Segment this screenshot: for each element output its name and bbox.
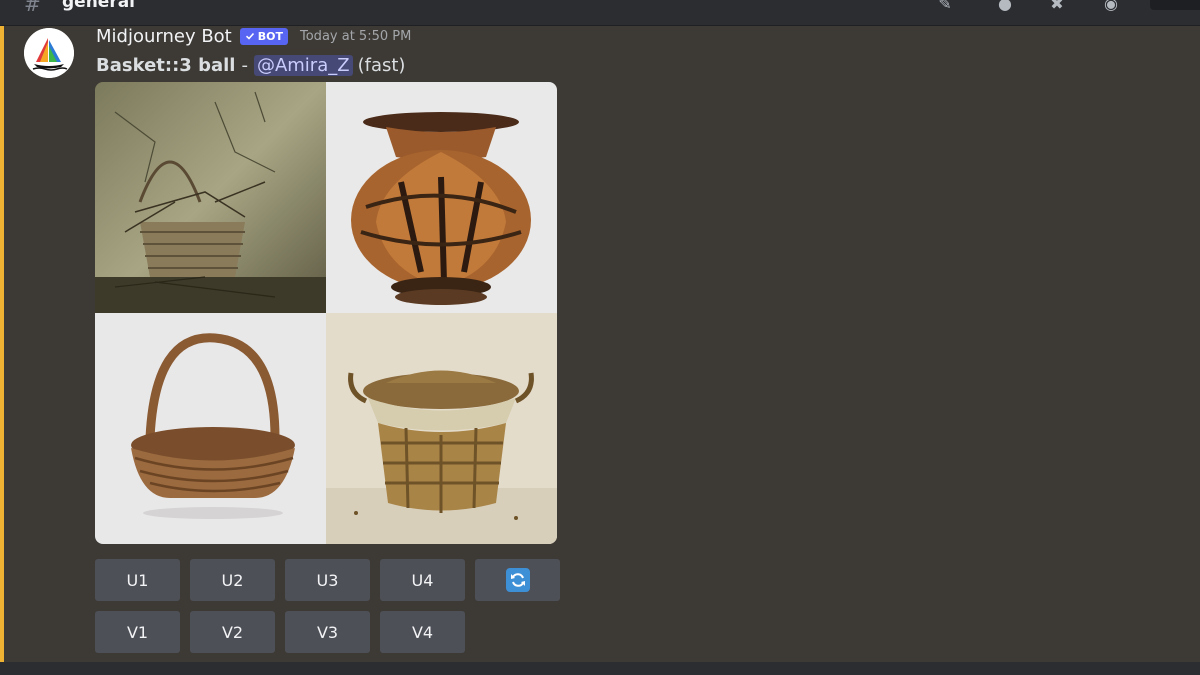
image-wicker-basket[interactable] (95, 313, 326, 544)
image-copper-pot[interactable] (326, 82, 557, 313)
upscale-button-2[interactable]: U2 (190, 559, 275, 601)
seed-basket-image (326, 313, 557, 544)
user-mention[interactable]: @Amira_Z (253, 54, 353, 76)
variation-button-1[interactable]: V1 (95, 611, 180, 653)
timestamp: Today at 5:50 PM (300, 28, 412, 44)
variation-button-3[interactable]: V3 (285, 611, 370, 653)
threads-icon[interactable]: ✎ (932, 0, 958, 13)
speed-label: (fast) (357, 54, 406, 76)
wicker-basket-image (95, 313, 326, 544)
avatar[interactable] (24, 28, 74, 78)
member-list-icon[interactable]: ◉ (1098, 0, 1124, 13)
variation-button-4[interactable]: V4 (380, 611, 465, 653)
refresh-icon (505, 568, 530, 592)
sailboat-logo-icon (24, 28, 74, 78)
bot-tag-label: BOT (257, 29, 283, 43)
copper-pot-image (326, 82, 557, 313)
upscale-button-4[interactable]: U4 (380, 559, 465, 601)
pin-icon[interactable]: ✖ (1044, 0, 1070, 13)
upscale-button-1[interactable]: U1 (95, 559, 180, 601)
checkmark-icon (245, 32, 254, 40)
image-seed-basket[interactable] (326, 313, 557, 544)
channel-name: general (62, 0, 136, 12)
upscale-button-3[interactable]: U3 (285, 559, 370, 601)
search-input[interactable] (1150, 0, 1200, 10)
separator: - (241, 54, 248, 76)
image-grid[interactable] (95, 82, 557, 544)
reroll-button[interactable] (475, 559, 560, 601)
notification-bell-icon[interactable]: ● (992, 0, 1018, 13)
username[interactable]: Midjourney Bot (96, 26, 232, 47)
variation-button-2[interactable]: V2 (190, 611, 275, 653)
mention-accent-bar (0, 26, 4, 662)
prompt-text: Basket::3 ball (96, 54, 236, 76)
channel-header: # general ✎ ● ✖ ◉ (0, 0, 1200, 26)
message-content: Basket::3 ball - @Amira_Z (fast) (96, 52, 405, 78)
bottom-bar (0, 662, 1200, 675)
message-header: Midjourney Bot BOT Today at 5:50 PM (96, 24, 411, 48)
image-basket-wall[interactable] (95, 82, 326, 313)
hashtag-icon: # (24, 0, 41, 16)
basket-wall-image (95, 82, 326, 313)
bot-tag: BOT (239, 27, 288, 45)
